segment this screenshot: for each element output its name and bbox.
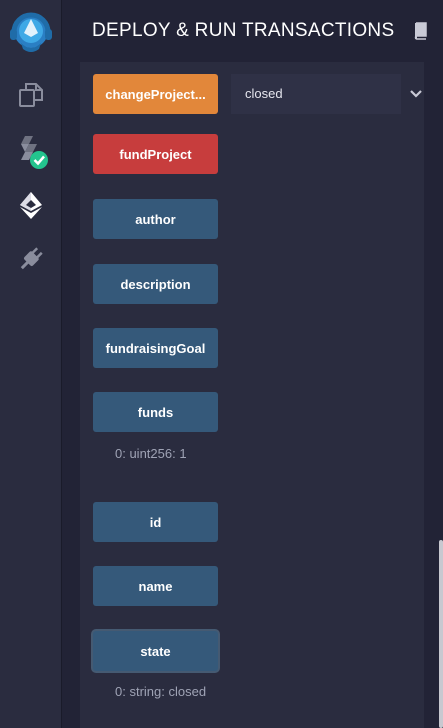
fundraising-goal-button[interactable]: fundraisingGoal — [93, 328, 218, 368]
funds-result: 0: uint256: 1 — [115, 446, 187, 461]
change-project-input[interactable]: closed — [231, 74, 401, 114]
deploy-run-panel: DEPLOY & RUN TRANSACTIONS changeProject.… — [62, 0, 443, 728]
icon-sidebar — [0, 0, 62, 728]
author-button[interactable]: author — [93, 199, 218, 239]
contract-functions-list: changeProject... closed fundProject auth… — [80, 62, 424, 728]
description-button[interactable]: description — [93, 264, 218, 304]
id-button[interactable]: id — [93, 502, 218, 542]
plugin-manager-icon[interactable] — [0, 240, 62, 278]
change-project-button[interactable]: changeProject... — [93, 74, 218, 114]
name-button[interactable]: name — [93, 566, 218, 606]
file-explorer-icon[interactable] — [0, 76, 62, 114]
panel-header: DEPLOY & RUN TRANSACTIONS — [62, 0, 443, 62]
solidity-compiler-icon[interactable] — [0, 132, 62, 172]
fund-project-button[interactable]: fundProject — [93, 134, 218, 174]
chevron-down-icon[interactable] — [406, 74, 426, 114]
remix-logo-icon[interactable] — [0, 6, 62, 60]
state-button[interactable]: state — [93, 631, 218, 671]
funds-button[interactable]: funds — [93, 392, 218, 432]
documentation-icon[interactable] — [414, 22, 428, 45]
panel-title: DEPLOY & RUN TRANSACTIONS — [92, 20, 395, 41]
state-result: 0: string: closed — [115, 684, 207, 699]
scrollbar-thumb[interactable] — [439, 540, 443, 728]
deploy-run-icon[interactable] — [0, 186, 62, 224]
